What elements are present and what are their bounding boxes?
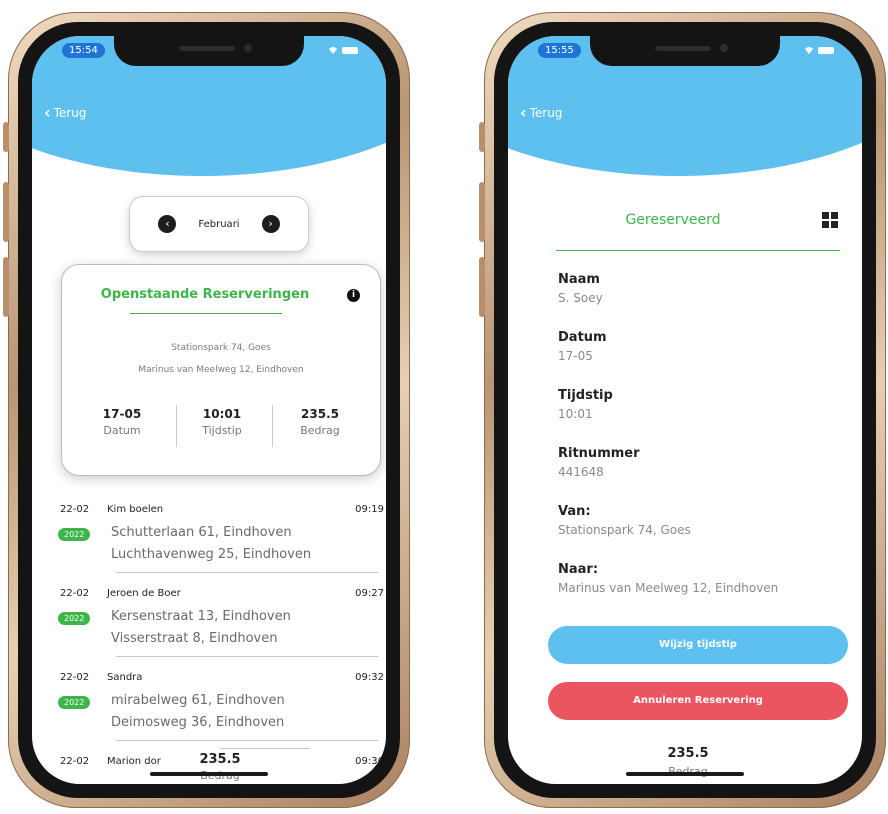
prev-month-icon[interactable]: ‹ — [158, 215, 177, 233]
year-badge: 2022 — [58, 696, 91, 709]
month-label: Februari — [198, 218, 240, 230]
reservations-screen: 15:54 ‹ Terug ‹ Februari › Openstaande R… — [32, 36, 386, 784]
cancel-reservation-button[interactable]: Annuleren Reservering — [548, 682, 848, 720]
wifi-icon — [329, 47, 337, 54]
field-time: Tijdstip 10:01 — [558, 388, 613, 421]
field-name: Naam S. Soey — [558, 272, 603, 305]
battery-icon — [818, 46, 834, 54]
back-button[interactable]: ‹ Terug — [520, 103, 562, 122]
back-chevron-icon: ‹ — [520, 103, 527, 122]
field-from: Van: Stationspark 74, Goes — [558, 504, 691, 537]
phone-right: 15:55 ‹ Terug Gereserveerd Naam S. Soey … — [479, 12, 886, 808]
list-item[interactable]: 22-02 Kim boelen 09:19 2022 Schutterlaan… — [52, 494, 386, 578]
year-badge: 2022 — [58, 612, 91, 625]
total-amount: 235.5 Bedrag — [172, 748, 310, 784]
field-to: Naar: Marinus van Meelweg 12, Eindhoven — [558, 562, 779, 595]
reservation-detail-screen: 15:55 ‹ Terug Gereserveerd Naam S. Soey … — [508, 36, 862, 784]
back-chevron-icon: ‹ — [44, 103, 51, 122]
stat-date: 17-05 Datum — [102, 407, 142, 437]
month-selector: ‹ Februari › — [129, 196, 309, 252]
list-item[interactable]: 22-02 Sandra 09:32 2022 mirabelweg 61, E… — [52, 662, 386, 746]
stat-time: 10:01 Tijdstip — [202, 407, 242, 437]
wifi-icon — [805, 47, 813, 54]
status-time: 15:55 — [538, 43, 581, 58]
battery-icon — [342, 46, 358, 54]
list-item[interactable]: 22-02 Jeroen de Boer 09:27 2022 Kersenst… — [52, 578, 386, 662]
card-title: Openstaande Reserveringen — [100, 287, 310, 302]
stat-amount: 235.5 Bedrag — [300, 407, 340, 437]
home-indicator — [626, 772, 744, 776]
page-title: Gereserveerd — [625, 212, 721, 228]
field-date: Datum 17-05 — [558, 330, 607, 363]
info-icon[interactable]: i — [347, 289, 360, 302]
reservation-list: 22-02 Kim boelen 09:19 2022 Schutterlaan… — [52, 494, 386, 784]
year-badge: 2022 — [58, 528, 91, 541]
change-time-button[interactable]: Wijzig tijdstip — [548, 626, 848, 664]
card-from: Stationspark 74, Goes — [171, 343, 271, 353]
qr-code-icon[interactable] — [822, 212, 838, 228]
card-to: Marinus van Meelweg 12, Eindhoven — [138, 365, 304, 375]
phone-left: 15:54 ‹ Terug ‹ Februari › Openstaande R… — [3, 12, 410, 808]
open-reservation-card[interactable]: Openstaande Reserveringen i Stationspark… — [61, 264, 381, 476]
field-ride-number: Ritnummer 441648 — [558, 446, 640, 479]
next-month-icon[interactable]: › — [261, 215, 280, 233]
status-time: 15:54 — [62, 43, 105, 58]
back-button[interactable]: ‹ Terug — [44, 103, 86, 122]
home-indicator — [150, 772, 268, 776]
